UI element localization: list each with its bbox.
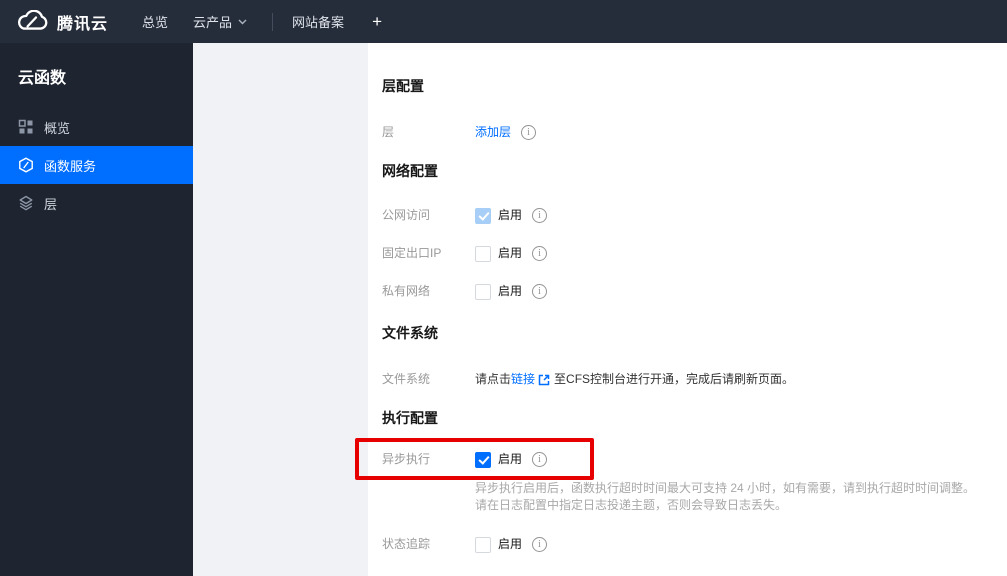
row-label: 固定出口IP <box>382 246 442 260</box>
info-icon[interactable] <box>532 452 548 467</box>
file-system-hint-after: 至CFS控制台进行开通，完成后请刷新页面。 <box>554 372 795 386</box>
layers-icon <box>18 195 34 211</box>
sidebar-item-label: 层 <box>44 196 58 212</box>
async-execution-description: 异步执行启用后，函数执行超时时间最大可支持 24 小时，如有需要，请到执行超时时… <box>475 480 1007 514</box>
function-icon <box>18 157 34 173</box>
row-label: 状态追踪 <box>382 537 431 551</box>
add-layer-link[interactable]: 添加层 <box>475 124 511 141</box>
enable-label: 启用 <box>498 537 523 551</box>
enable-checkbox[interactable] <box>475 536 491 553</box>
row-label: 私有网络 <box>382 284 431 298</box>
enable-checkbox[interactable] <box>475 283 491 300</box>
sidebar-item-function-service[interactable]: 函数服务 <box>0 146 193 184</box>
enable-checkbox[interactable] <box>475 245 491 262</box>
private-network-row: 私有网络 启用 <box>382 283 1007 300</box>
row-label: 异步执行 <box>382 452 431 466</box>
layer-row: 层 添加层 <box>382 124 1007 141</box>
external-link-icon[interactable] <box>538 374 550 386</box>
add-tab-button[interactable]: + <box>372 13 382 30</box>
nav-item-icp-filing[interactable]: 网站备案 <box>292 12 344 31</box>
cfs-console-link[interactable]: 链接 <box>511 371 535 388</box>
fixed-egress-ip-row: 固定出口IP 启用 <box>382 245 1007 262</box>
async-execution-row: 异步执行 启用 <box>355 438 1007 480</box>
chevron-down-icon <box>238 19 247 25</box>
top-menu: 总览 云产品 网站备案 + <box>142 12 382 31</box>
info-icon[interactable] <box>532 208 548 223</box>
grid-icon <box>18 119 34 135</box>
row-label: 公网访问 <box>382 208 431 222</box>
info-icon[interactable] <box>521 125 537 140</box>
info-icon[interactable] <box>532 284 548 299</box>
nav-item-cloud-products[interactable]: 云产品 <box>193 12 247 31</box>
row-label: 层 <box>382 125 395 139</box>
info-icon[interactable] <box>532 537 548 552</box>
sidebar-item-overview[interactable]: 概览 <box>0 108 193 146</box>
sidebar-item-layers[interactable]: 层 <box>0 184 193 222</box>
secondary-panel <box>193 43 368 576</box>
enable-checkbox <box>475 207 491 224</box>
nav-divider <box>272 12 274 31</box>
section-title-network-config: 网络配置 <box>382 163 438 179</box>
public-network-row: 公网访问 启用 <box>382 207 1007 224</box>
tencent-cloud-logo[interactable]: 腾讯云 <box>16 10 108 34</box>
section-title-execution-config: 执行配置 <box>382 410 438 426</box>
function-config-form: 层配置 层 添加层 网络配置 公网访问 启用 固定出口IP 启用 私有网络 启用… <box>355 43 1007 576</box>
enable-label: 启用 <box>498 452 523 466</box>
enable-label: 启用 <box>498 246 523 260</box>
cloud-logo-icon <box>16 10 48 33</box>
logo-text: 腾讯云 <box>57 15 109 33</box>
file-system-row: 文件系统 请点击 链接 至CFS控制台进行开通，完成后请刷新页面。 <box>382 371 1007 388</box>
enable-label: 启用 <box>498 208 523 222</box>
section-title-file-system: 文件系统 <box>382 325 438 341</box>
description-line: 异步执行启用后，函数执行超时时间最大可支持 24 小时，如有需要，请到执行超时时… <box>475 481 976 495</box>
file-system-hint-before: 请点击 <box>475 372 512 386</box>
sidebar-item-label: 函数服务 <box>44 158 97 174</box>
section-title-layer-config: 层配置 <box>382 78 424 94</box>
sidebar-item-label: 概览 <box>44 120 71 136</box>
description-line: 请在日志配置中指定日志投递主题，否则会导致日志丢失。 <box>475 498 788 512</box>
row-label: 文件系统 <box>382 372 431 386</box>
top-navigation-bar: 腾讯云 总览 云产品 网站备案 + <box>0 0 1007 43</box>
status-tracking-row: 状态追踪 启用 <box>382 536 1007 553</box>
sidebar: 云函数 概览 函数服务 层 <box>0 43 193 576</box>
nav-item-overview[interactable]: 总览 <box>142 12 168 31</box>
info-icon[interactable] <box>532 246 548 261</box>
enable-label: 启用 <box>498 284 523 298</box>
sidebar-title: 云函数 <box>18 70 67 87</box>
enable-checkbox[interactable] <box>475 451 491 468</box>
